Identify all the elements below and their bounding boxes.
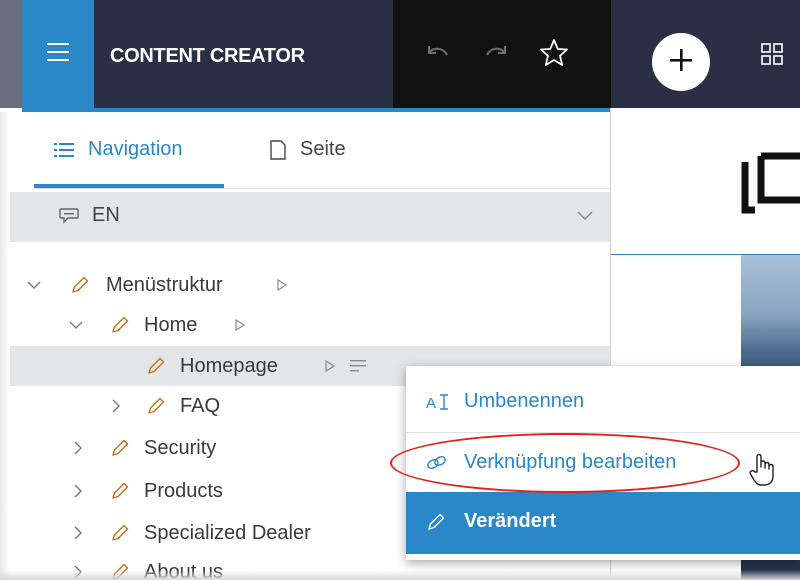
chevron-right-icon[interactable] bbox=[72, 471, 84, 511]
language-label: EN bbox=[92, 204, 120, 226]
language-selector[interactable]: EN bbox=[10, 192, 610, 242]
redo-icon bbox=[483, 43, 509, 68]
pencil-icon[interactable] bbox=[110, 513, 130, 553]
menu-item-label: Umbenennen bbox=[464, 390, 585, 412]
page-icon bbox=[270, 139, 286, 160]
tree-item-label: FAQ bbox=[180, 394, 221, 417]
chevron-right-icon[interactable] bbox=[72, 513, 84, 553]
menu-icon bbox=[47, 42, 69, 67]
tree-item-label: Home bbox=[144, 313, 198, 336]
tree-item-label: Security bbox=[144, 436, 217, 459]
grid-icon bbox=[760, 42, 784, 71]
tree-item-label: Homepage bbox=[180, 354, 278, 377]
tree-item-label: Products bbox=[144, 479, 223, 502]
redo-button[interactable] bbox=[481, 40, 511, 70]
app-title: CONTENT CREATOR bbox=[110, 45, 305, 67]
tabs-divider bbox=[34, 188, 610, 189]
expand-arrow-icon[interactable] bbox=[234, 305, 246, 345]
menu-item-rename[interactable]: A Umbenennen bbox=[406, 372, 800, 432]
context-menu: A Umbenennen Verknüpfung bearbeiten Verä… bbox=[406, 366, 800, 560]
pencil-icon[interactable] bbox=[110, 428, 130, 468]
tab-page-label: Seite bbox=[300, 138, 346, 160]
favorite-button[interactable] bbox=[539, 38, 569, 73]
bottom-edge-shade bbox=[0, 570, 800, 580]
menu-item-edit-link[interactable]: Verknüpfung bearbeiten bbox=[406, 432, 800, 492]
list-icon bbox=[54, 142, 74, 158]
expand-arrow-icon[interactable] bbox=[276, 265, 288, 305]
tree-item-menustruktur[interactable]: Menüstruktur bbox=[10, 265, 610, 305]
logo bbox=[741, 148, 800, 223]
pencil-icon bbox=[426, 512, 446, 538]
menu-item-label: Verknüpfung bearbeiten bbox=[464, 451, 677, 473]
tree-item-label: Specialized Dealer bbox=[144, 521, 311, 544]
top-bar: CONTENT CREATOR bbox=[0, 0, 800, 108]
speech-bubble-icon bbox=[58, 206, 80, 231]
chevron-right-icon[interactable] bbox=[110, 386, 122, 426]
star-icon bbox=[539, 38, 569, 73]
item-menu-icon[interactable] bbox=[350, 346, 368, 386]
undo-icon bbox=[425, 43, 451, 68]
tree-item-label: Menüstruktur bbox=[106, 273, 223, 296]
link-icon bbox=[426, 453, 448, 479]
chevron-down-icon bbox=[576, 208, 594, 227]
menu-item-label: Verändert bbox=[464, 510, 557, 532]
chevron-right-icon[interactable] bbox=[72, 428, 84, 468]
tab-navigation[interactable]: Navigation bbox=[34, 112, 224, 187]
tab-navigation-label: Navigation bbox=[88, 138, 183, 160]
add-button[interactable] bbox=[652, 33, 710, 91]
rename-icon: A bbox=[426, 392, 452, 418]
menu-button[interactable] bbox=[22, 0, 94, 108]
svg-text:A: A bbox=[426, 395, 436, 412]
tree-item-home[interactable]: Home bbox=[10, 305, 610, 345]
chevron-down-icon[interactable] bbox=[26, 265, 42, 305]
window-edge bbox=[0, 0, 22, 108]
menu-item-changed[interactable]: Verändert bbox=[406, 492, 800, 554]
pencil-icon[interactable] bbox=[110, 305, 130, 345]
apps-button[interactable] bbox=[757, 41, 787, 71]
pencil-icon[interactable] bbox=[146, 346, 166, 386]
plus-icon bbox=[669, 48, 693, 77]
pencil-icon[interactable] bbox=[110, 471, 130, 511]
hand-cursor-icon bbox=[748, 452, 778, 493]
pencil-icon[interactable] bbox=[146, 386, 166, 426]
panel-edge bbox=[0, 112, 10, 580]
pencil-icon[interactable] bbox=[70, 265, 90, 305]
undo-button[interactable] bbox=[423, 40, 453, 70]
tab-page[interactable]: Seite bbox=[270, 112, 390, 187]
chevron-down-icon[interactable] bbox=[68, 305, 84, 345]
expand-arrow-icon[interactable] bbox=[324, 346, 336, 386]
toolbar bbox=[393, 0, 611, 108]
